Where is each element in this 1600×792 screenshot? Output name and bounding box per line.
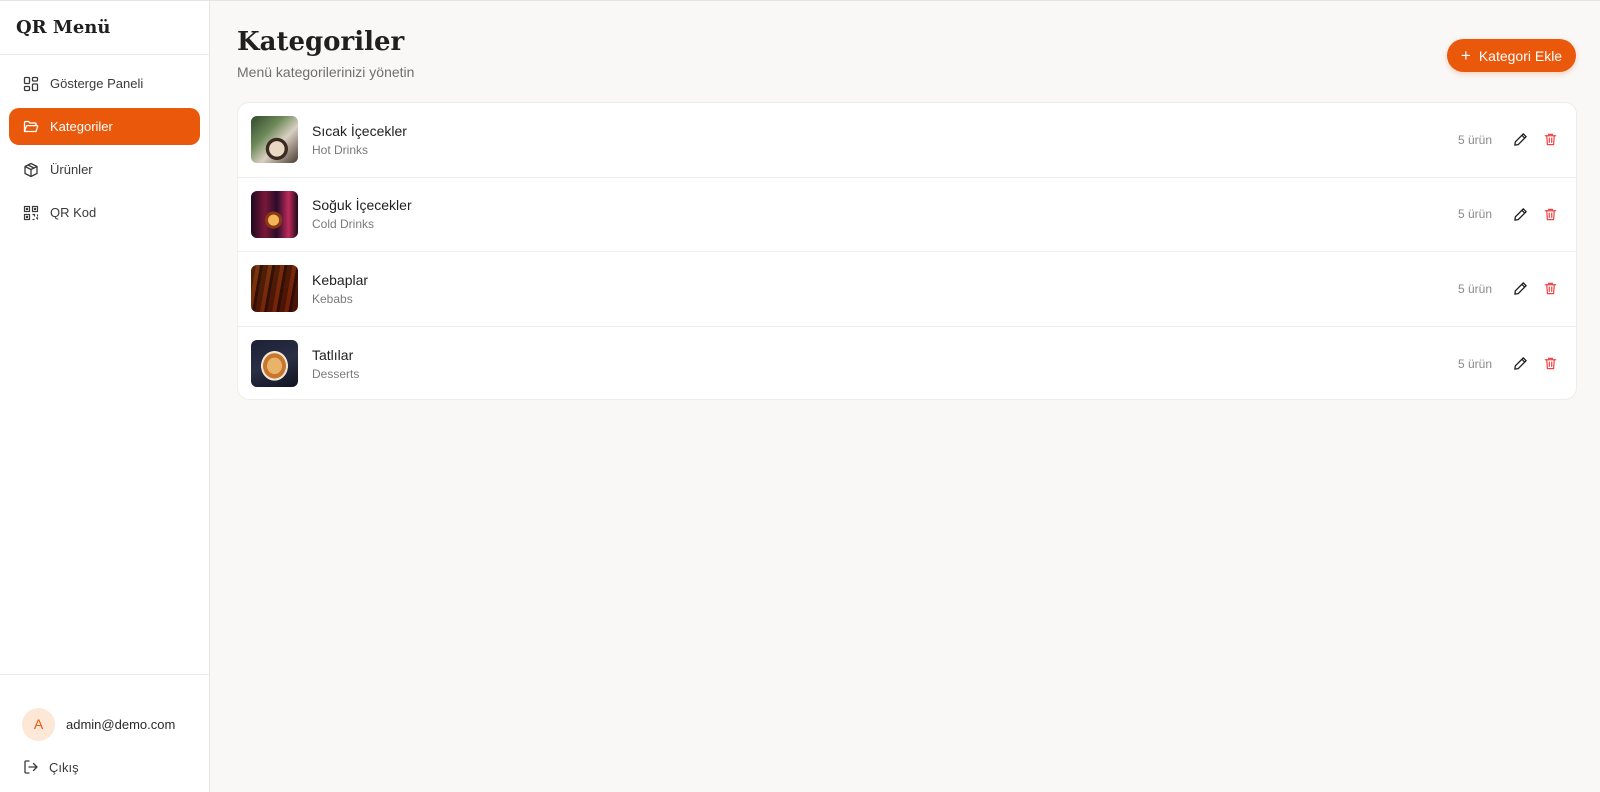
product-count: 5 ürün	[1458, 281, 1493, 296]
delete-icon[interactable]	[1541, 131, 1559, 149]
edit-icon[interactable]	[1511, 280, 1529, 298]
delete-icon[interactable]	[1541, 205, 1559, 223]
page-subtitle: Menü kategorilerinizi yönetin	[237, 64, 415, 80]
folder-icon	[23, 119, 39, 135]
top-divider	[0, 0, 1600, 1]
sidebar-item-categories[interactable]: Kategoriler	[9, 108, 200, 145]
delete-icon[interactable]	[1541, 280, 1559, 298]
category-image-hot-drinks	[251, 116, 298, 164]
sidebar-item-label: Ürünler	[50, 162, 93, 177]
category-name-en: Desserts	[312, 366, 360, 381]
category-row[interactable]: Sıcak İçecekler Hot Drinks 5 ürün	[238, 103, 1576, 178]
category-row[interactable]: Kebaplar Kebabs 5 ürün	[238, 252, 1576, 327]
avatar: A	[22, 707, 55, 741]
category-name-en: Kebabs	[312, 291, 353, 306]
plus-icon: +	[1460, 46, 1471, 65]
sidebar-item-qr-code[interactable]: QR Kod	[9, 194, 200, 231]
add-category-label: Kategori Ekle	[1478, 47, 1563, 64]
category-name: Kebaplar	[312, 271, 369, 288]
dashboard-icon	[23, 76, 39, 92]
user-email: admin@demo.com	[66, 716, 176, 732]
category-image-cold-drinks	[251, 190, 298, 238]
sidebar-item-label: QR Kod	[50, 205, 97, 220]
page-title: Kategoriler	[237, 27, 405, 57]
category-list: Sıcak İçecekler Hot Drinks 5 ürün Soğuk …	[237, 102, 1577, 400]
category-name: Tatlılar	[312, 346, 354, 363]
logout-button[interactable]: Çıkış	[0, 759, 209, 775]
category-name-en: Cold Drinks	[312, 217, 375, 232]
category-name: Soğuk İçecekler	[312, 197, 412, 214]
edit-icon[interactable]	[1511, 205, 1529, 223]
product-count: 5 ürün	[1458, 207, 1493, 222]
sidebar-nav: Gösterge Paneli Kategoriler Ürünler QR K…	[0, 55, 209, 231]
qr-icon	[23, 205, 39, 221]
sidebar-item-label: Kategoriler	[50, 119, 113, 134]
edit-icon[interactable]	[1511, 355, 1529, 373]
logout-label: Çıkış	[49, 759, 79, 775]
add-category-button[interactable]: + Kategori Ekle	[1447, 39, 1576, 72]
sidebar-item-dashboard[interactable]: Gösterge Paneli	[9, 65, 200, 102]
category-name-en: Hot Drinks	[312, 142, 369, 157]
sidebar-item-label: Gösterge Paneli	[50, 76, 144, 91]
category-row[interactable]: Soğuk İçecekler Cold Drinks 5 ürün	[238, 178, 1576, 252]
category-image-kebabs	[251, 265, 298, 313]
category-image-desserts	[251, 340, 298, 388]
package-icon	[23, 162, 39, 178]
user-profile: A admin@demo.com	[0, 675, 209, 751]
app-brand: QR Menü	[0, 1, 209, 55]
sidebar-item-products[interactable]: Ürünler	[9, 151, 200, 188]
edit-icon[interactable]	[1511, 131, 1529, 149]
product-count: 5 ürün	[1458, 132, 1493, 147]
category-row[interactable]: Tatlılar Desserts 5 ürün	[238, 327, 1576, 400]
category-name: Sıcak İçecekler	[312, 122, 407, 139]
delete-icon[interactable]	[1541, 355, 1559, 373]
sidebar-footer: A admin@demo.com Çıkış	[0, 674, 209, 775]
product-count: 5 ürün	[1458, 356, 1493, 371]
logout-icon	[23, 759, 39, 775]
sidebar: QR Menü Gösterge Paneli Kategoriler Ürün…	[0, 1, 210, 792]
